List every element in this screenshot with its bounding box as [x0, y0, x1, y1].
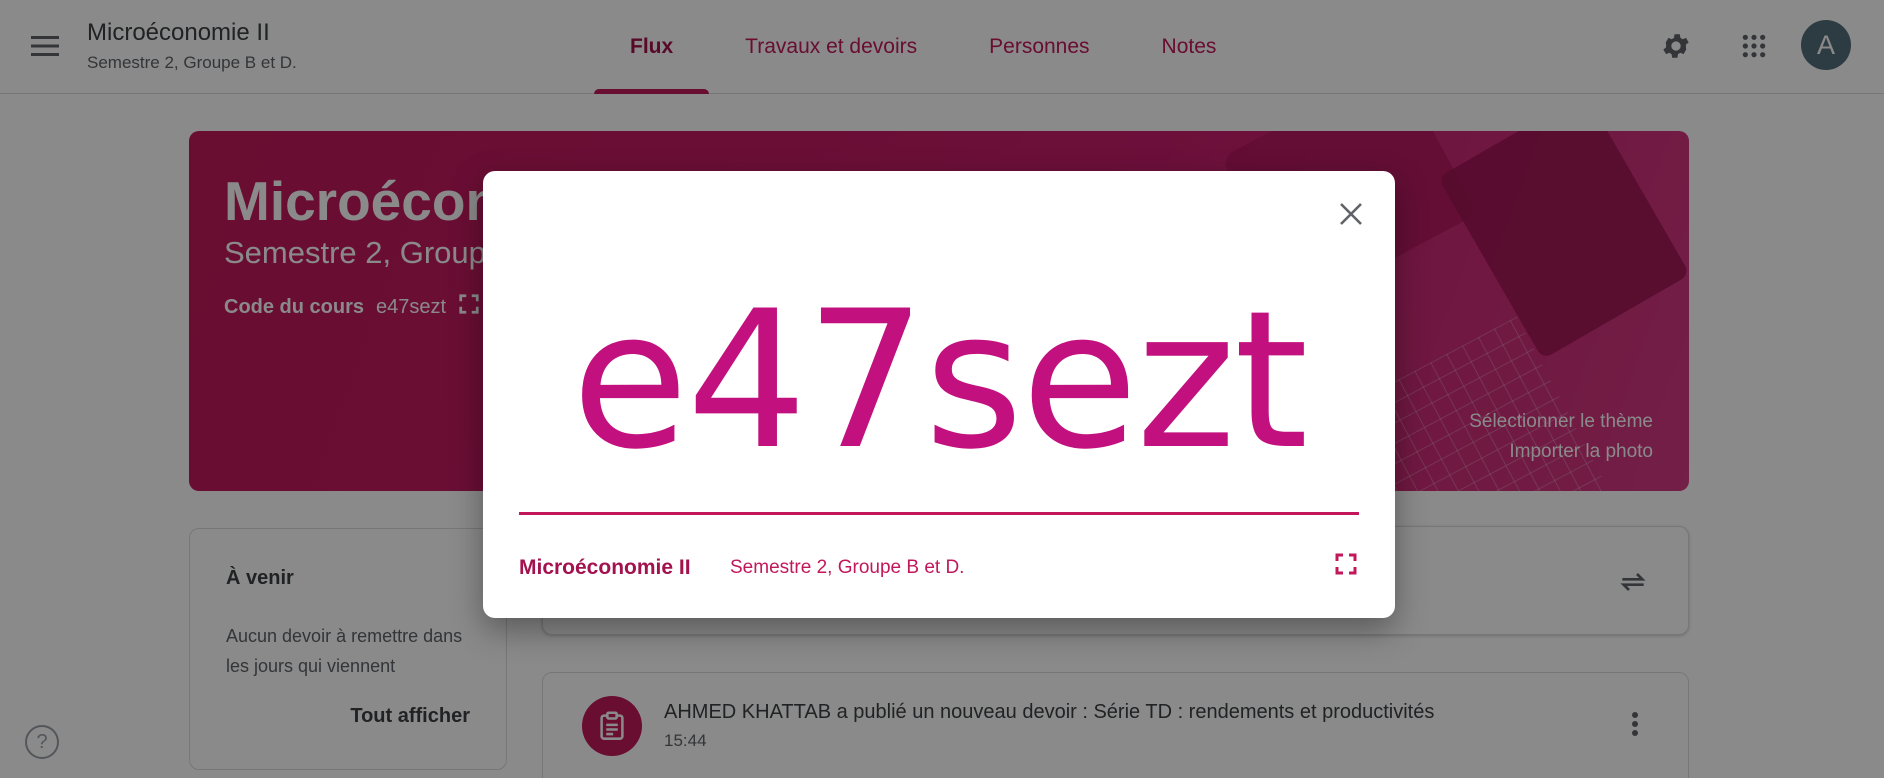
class-code-display: e47sezt — [571, 270, 1309, 491]
dialog-class-name: Microéconomie II — [519, 556, 691, 579]
close-icon[interactable] — [1328, 191, 1374, 237]
fullscreen-exit-icon[interactable] — [1325, 543, 1367, 585]
dialog-section: Semestre 2, Groupe B et D. — [730, 557, 965, 578]
dialog-divider — [519, 512, 1359, 515]
class-code-dialog: e47sezt Microéconomie II Semestre 2, Gro… — [483, 171, 1395, 618]
